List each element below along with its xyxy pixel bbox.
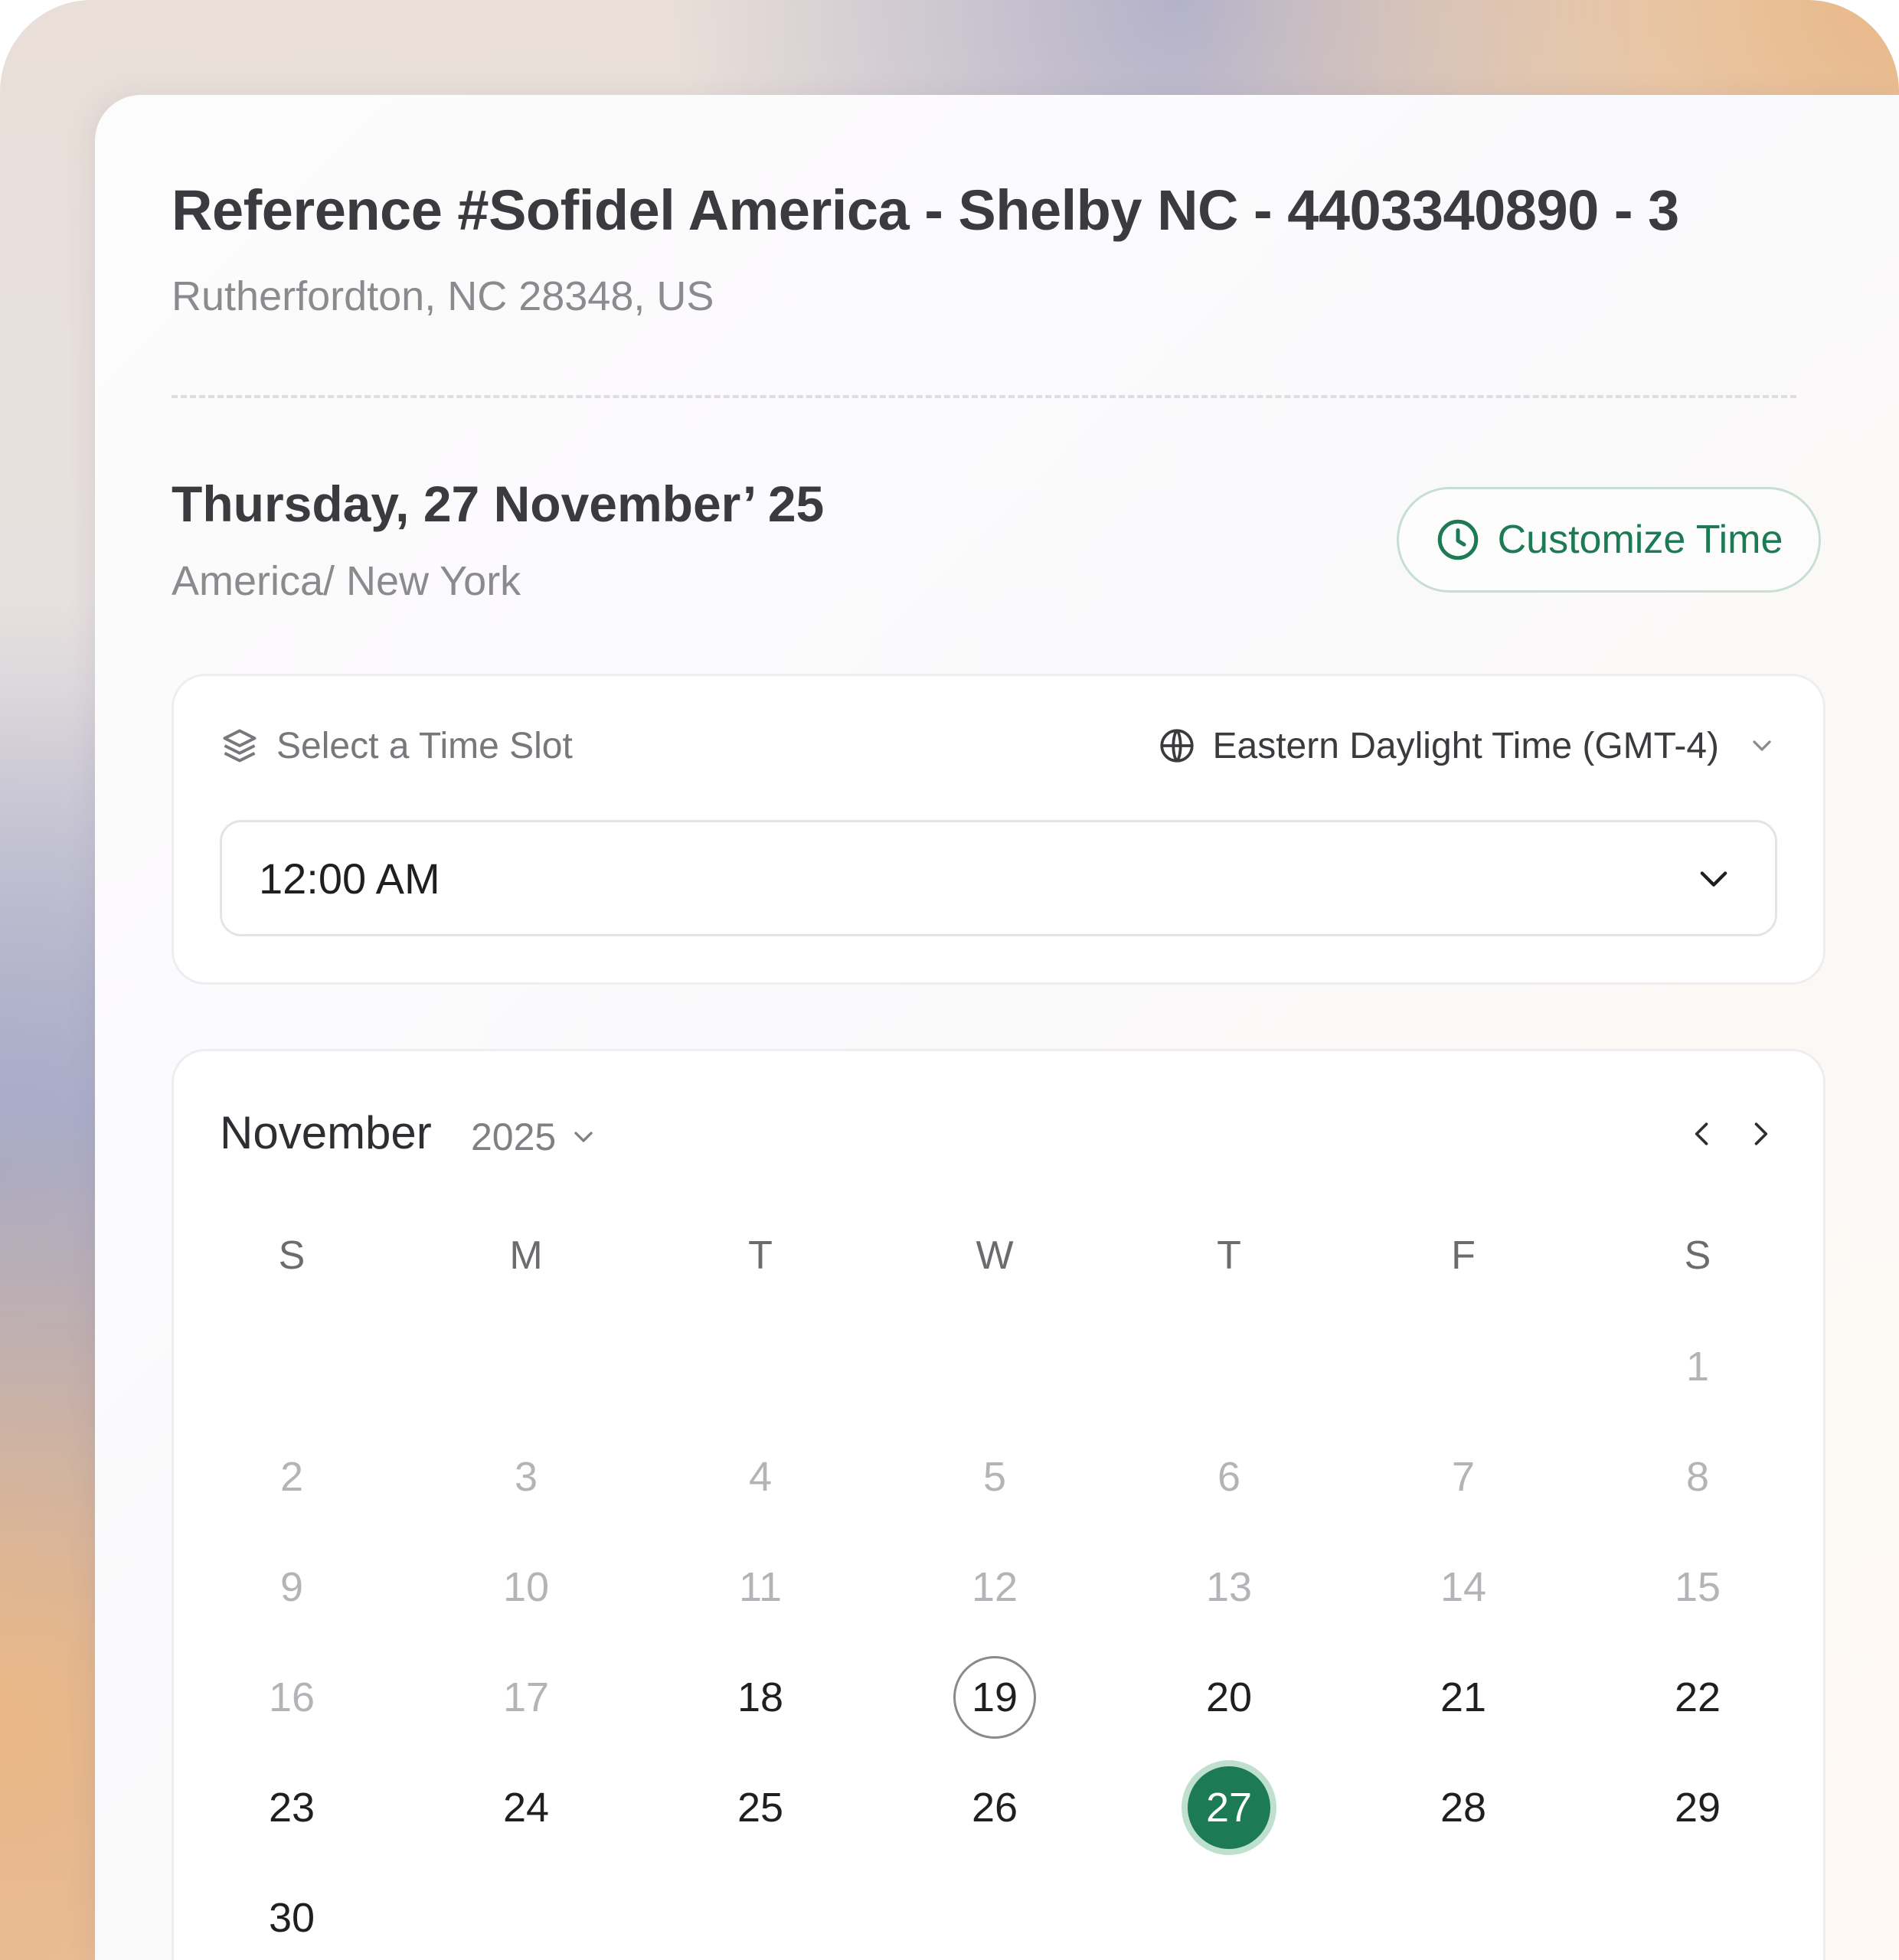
calendar-day-today[interactable]: 19 xyxy=(953,1656,1036,1739)
chevron-down-icon xyxy=(574,1132,593,1142)
weekday-header: W xyxy=(976,1233,1014,1278)
weekday-header: T xyxy=(748,1233,773,1278)
calendar-day: 5 xyxy=(982,1454,1007,1500)
calendar-day: 15 xyxy=(1674,1564,1721,1610)
chevron-down-icon xyxy=(1753,740,1771,751)
time-slot-select[interactable]: 12:00 AM xyxy=(220,820,1777,936)
calendar-day-selected[interactable]: 27 xyxy=(1188,1766,1270,1849)
calendar-day: 16 xyxy=(268,1674,315,1720)
timezone-dropdown[interactable]: Eastern Daylight Time (GMT-4) xyxy=(1158,719,1778,773)
weekday-header: S xyxy=(278,1233,306,1278)
calendar-day[interactable]: 25 xyxy=(719,1766,802,1849)
calendar-day: 11 xyxy=(738,1564,783,1610)
selected-time-value: 12:00 AM xyxy=(259,854,440,903)
calendar-year: 2025 xyxy=(471,1116,557,1158)
calendar-day[interactable]: 20 xyxy=(1188,1656,1270,1739)
calendar-day: 1 xyxy=(1685,1344,1710,1390)
calendar-day: 6 xyxy=(1217,1454,1241,1500)
customize-time-label: Customize Time xyxy=(1497,518,1783,562)
booking-card: Reference #Sofidel America - Shelby NC -… xyxy=(95,95,1899,1960)
next-month-button[interactable] xyxy=(1737,1111,1783,1157)
calendar-day: 13 xyxy=(1205,1564,1253,1610)
chevron-right-icon xyxy=(1754,1122,1768,1145)
calendar-day: 10 xyxy=(502,1564,550,1610)
calendar-day: 7 xyxy=(1451,1454,1476,1500)
globe-icon xyxy=(1159,729,1194,763)
calendar-day: 8 xyxy=(1685,1454,1710,1500)
location-address: Rutherfordton, NC 28348, US xyxy=(172,273,714,319)
weekday-header: M xyxy=(509,1233,543,1278)
timezone-name: America/ New York xyxy=(172,558,521,604)
weekday-header: S xyxy=(1684,1233,1711,1278)
calendar-day[interactable]: 18 xyxy=(719,1656,802,1739)
calendar-month: November xyxy=(220,1107,432,1158)
calendar-day[interactable]: 30 xyxy=(250,1877,333,1959)
time-slot-heading: Select a Time Slot xyxy=(220,719,573,773)
calendar-day[interactable]: 21 xyxy=(1422,1656,1505,1739)
calendar-day: 4 xyxy=(748,1454,773,1500)
page-title: Reference #Sofidel America - Shelby NC -… xyxy=(172,178,1679,242)
chevron-down-icon xyxy=(1700,871,1727,887)
calendar-day: 3 xyxy=(514,1454,538,1500)
calendar-day[interactable]: 23 xyxy=(250,1766,333,1849)
calendar-day: 12 xyxy=(971,1564,1018,1610)
previous-month-button[interactable] xyxy=(1679,1111,1725,1157)
calendar-day[interactable]: 22 xyxy=(1656,1656,1739,1739)
calendar-day: 9 xyxy=(279,1564,304,1610)
calendar-day: 2 xyxy=(279,1454,304,1500)
weekday-header: T xyxy=(1217,1233,1241,1278)
weekday-header: F xyxy=(1451,1233,1476,1278)
background-frame: Reference #Sofidel America - Shelby NC -… xyxy=(0,0,1899,1960)
clock-icon xyxy=(1437,519,1478,560)
calendar-day[interactable]: 28 xyxy=(1422,1766,1505,1849)
dashed-divider xyxy=(172,395,1796,398)
calendar-day[interactable]: 29 xyxy=(1656,1766,1739,1849)
time-slot-label: Select a Time Slot xyxy=(276,725,573,766)
calendar-day[interactable]: 26 xyxy=(953,1766,1036,1849)
calendar-day[interactable]: 24 xyxy=(485,1766,567,1849)
time-slot-panel: Select a Time Slot Eastern Daylight Time… xyxy=(172,674,1825,985)
calendar-day: 17 xyxy=(502,1674,550,1720)
layers-icon xyxy=(223,729,257,763)
calendar-panel: November 2025 S M T W T F S 1 2 3 4 5 6 7 8 9 10 11 12 13 14… xyxy=(172,1049,1825,1960)
calendar-day: 14 xyxy=(1440,1564,1487,1610)
timezone-option: Eastern Daylight Time (GMT-4) xyxy=(1212,725,1720,766)
year-dropdown[interactable]: 2025 xyxy=(471,1114,599,1160)
selected-date-title: Thursday, 27 November’ 25 xyxy=(172,475,825,532)
customize-time-button[interactable]: Customize Time xyxy=(1397,487,1821,593)
chevron-left-icon xyxy=(1695,1122,1708,1145)
